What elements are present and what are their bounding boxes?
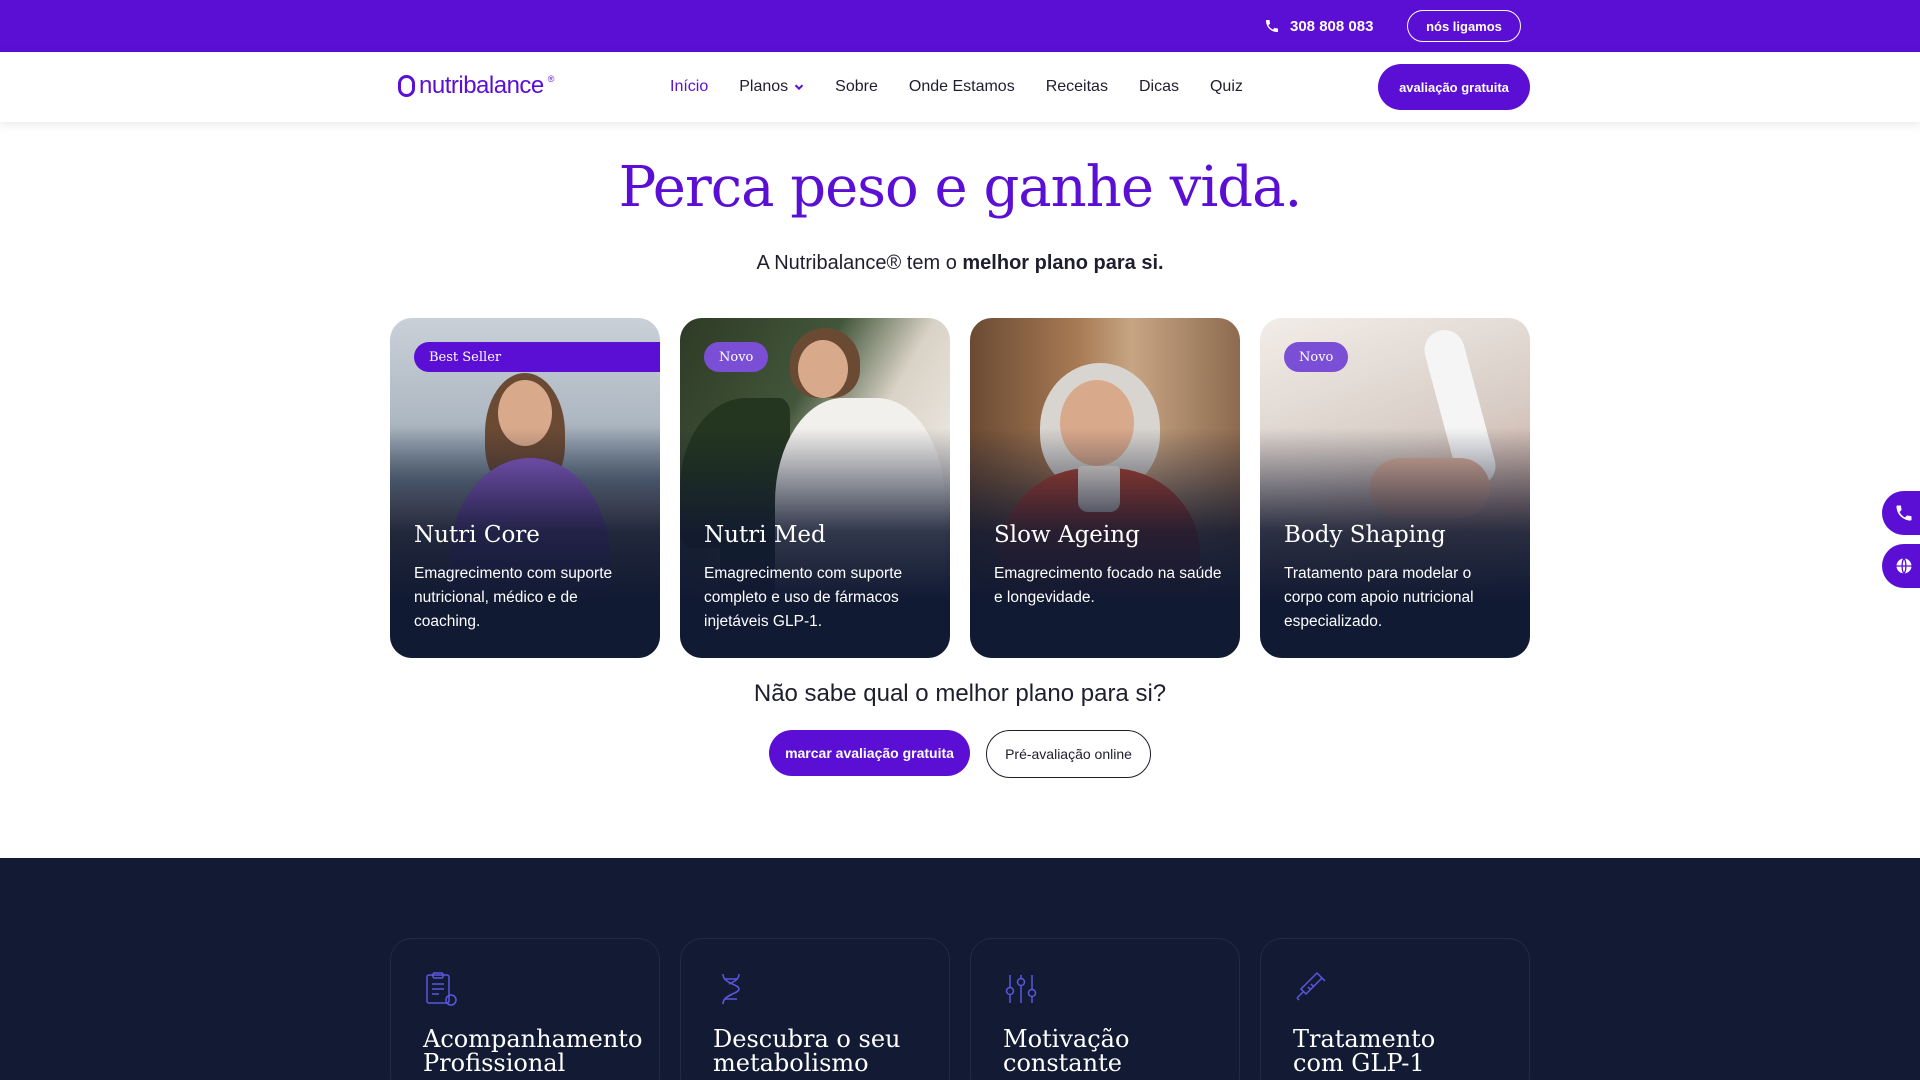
clipboard-apple-icon: [426, 972, 457, 1006]
nav-item-planos[interactable]: Planos: [739, 78, 804, 96]
floating-call-button[interactable]: [1882, 491, 1920, 535]
nav-item-label: Planos: [739, 78, 789, 95]
free-assessment-button[interactable]: avaliação gratuita: [1378, 64, 1530, 110]
phone-link[interactable]: 308 808 083: [1264, 0, 1373, 52]
plan-description: Tratamento para modelar o corpo com apoi…: [1284, 565, 1474, 630]
book-free-assessment-button[interactable]: marcar avaliação gratuita: [769, 730, 970, 776]
nav-item-dicas[interactable]: Dicas: [1139, 78, 1179, 96]
hero-subtitle-prefix: A Nutribalance® tem o: [756, 252, 963, 274]
dna-icon: [722, 973, 740, 1005]
nav-item-onde-estamos[interactable]: Onde Estamos: [909, 78, 1015, 96]
globe-icon: [1896, 558, 1912, 574]
plan-name: Nutri Med: [704, 522, 826, 548]
plan-help-question: Não sabe qual o melhor plano para si?: [753, 680, 1167, 707]
callback-button[interactable]: nós ligamos: [1407, 10, 1521, 42]
feature-card-motivation: Motivação constante: [970, 938, 1240, 1080]
nav-item-inicio[interactable]: Início: [670, 78, 708, 96]
main-nav: nutribalance ® Início Planos Sobre Onde …: [0, 52, 1920, 122]
feature-title: Descubra o seu metabolismo: [713, 1027, 933, 1075]
feature-title: Tratamento com GLP-1: [1293, 1027, 1513, 1075]
nav-item-receitas[interactable]: Receitas: [1046, 78, 1108, 96]
logo-mark-icon: [398, 75, 415, 97]
plan-description: Emagrecimento focado na saúde e longevid…: [994, 565, 1222, 606]
phone-number: 308 808 083: [1290, 17, 1374, 35]
plan-description: Emagrecimento com suporte completo e uso…: [704, 565, 903, 630]
syringe-icon: [1296, 971, 1326, 1001]
hero-subtitle-bold: melhor plano para si.: [962, 252, 1164, 274]
plan-card-nutri-core[interactable]: Best Seller Nutri Core Emagrecimento com…: [390, 318, 660, 658]
plan-description: Emagrecimento com suporte nutricional, m…: [414, 565, 613, 630]
plan-name: Nutri Core: [414, 522, 540, 548]
chevron-down-icon: [794, 84, 804, 91]
nav-item-label: Onde Estamos: [908, 78, 1015, 95]
phone-icon: [1896, 505, 1912, 521]
logo-text: nutribalance: [419, 72, 544, 99]
feature-title-line: metabolismo: [713, 1049, 869, 1077]
nav-item-label: Quiz: [1209, 78, 1243, 95]
top-bar: 308 808 083 nós ligamos: [0, 0, 1920, 52]
plan-badge: Novo: [1284, 342, 1349, 372]
plan-badge: Best Seller: [414, 342, 660, 372]
features-section: [0, 858, 1920, 1080]
plan-card-body-shaping[interactable]: Novo Body Shaping Tratamento para modela…: [1260, 318, 1530, 658]
feature-title-line: constante: [1003, 1049, 1122, 1077]
nav-item-label: Dicas: [1138, 78, 1179, 95]
plan-badge: Novo: [704, 342, 769, 372]
feature-card-glp1: Tratamento com GLP-1: [1260, 938, 1530, 1080]
hero-subtitle: A Nutribalance® tem o melhor plano para …: [0, 252, 1920, 275]
feature-title-line: com GLP-1: [1293, 1049, 1425, 1077]
plan-name: Body Shaping: [1284, 522, 1446, 548]
phone-icon: [1266, 20, 1278, 32]
feature-title: Motivação constante: [1003, 1027, 1223, 1075]
plan-card-nutri-med[interactable]: Novo Nutri Med Emagrecimento com suporte…: [680, 318, 950, 658]
sliders-icon: [1005, 975, 1037, 1003]
logo[interactable]: nutribalance ®: [398, 72, 554, 100]
plan-name: Slow Ageing: [994, 522, 1140, 548]
plan-card-slow-ageing[interactable]: Slow Ageing Emagrecimento focado na saúd…: [970, 318, 1240, 658]
feature-card-professional: Acompanhamento Profissional: [390, 938, 660, 1080]
floating-language-button[interactable]: [1882, 544, 1920, 588]
feature-title: Acompanhamento Profissional: [423, 1027, 643, 1075]
nav-item-quiz[interactable]: Quiz: [1210, 78, 1243, 96]
nav-item-label: Início: [670, 78, 709, 95]
registered-mark: ®: [547, 74, 555, 84]
feature-title-line: Profissional: [423, 1049, 566, 1077]
feature-card-metabolism: Descubra o seu metabolismo: [680, 938, 950, 1080]
nav-item-label: Receitas: [1045, 78, 1108, 95]
nav-item-label: Sobre: [835, 78, 878, 95]
nav-item-sobre[interactable]: Sobre: [835, 78, 878, 96]
nav-menu: Início Planos Sobre Onde Estamos Receita…: [670, 52, 1274, 122]
hero-title: Perca peso e ganhe vida.: [618, 155, 1303, 220]
online-pre-assessment-button[interactable]: Pré-avaliação online: [986, 730, 1151, 778]
